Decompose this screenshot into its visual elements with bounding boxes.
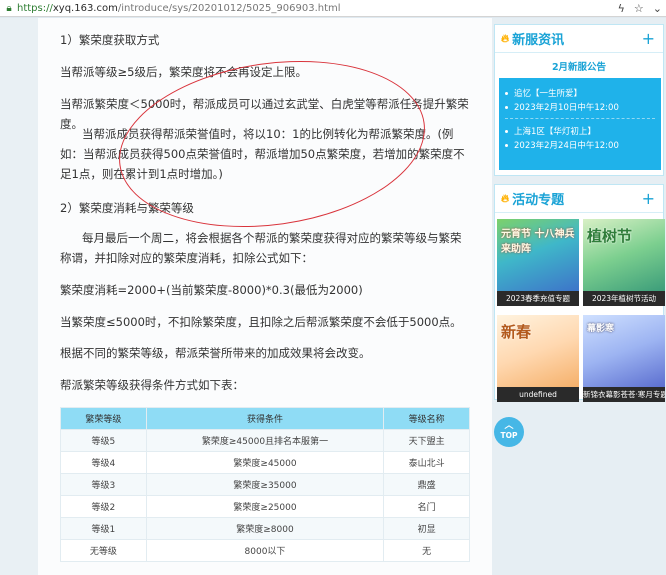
bullet-icon [505, 144, 508, 147]
url-text[interactable]: https://xyq.163.com/introduce/sys/202010… [17, 3, 341, 14]
thumbnail-image: 幕影寒 [583, 315, 665, 387]
thumbnail-caption: 新锦衣幕影苍苍·寒月专题 [583, 387, 665, 402]
more-plus-icon[interactable]: + [642, 29, 655, 48]
table-cell: 等级3 [60, 473, 147, 496]
paragraph: 当繁荣度≤5000时，不扣除繁荣度，且扣除之后帮派繁荣度不会低于5000点。 [60, 315, 462, 329]
table-cell: 繁荣度≥25000 [145, 495, 385, 518]
activity-thumbnail[interactable]: 植树节 2023年植树节活动 [583, 219, 665, 306]
table-cell: 无 [383, 539, 470, 562]
more-plus-icon[interactable]: + [642, 189, 655, 208]
chevron-down-icon[interactable]: ⌄ [653, 2, 662, 15]
activity-thumbnail[interactable]: 幕影寒 新锦衣幕影苍苍·寒月专题 [583, 315, 665, 402]
table-cell: 无等级 [60, 539, 147, 562]
table-row: 等级5 繁荣度≥45000且排名本服第一 天下盟主 [60, 429, 470, 452]
thumbnail-image: 新春 [497, 315, 579, 387]
flame-icon: 🔥︎ [501, 191, 510, 205]
thumbnail-image: 植树节 [583, 219, 665, 291]
activity-panel: 🔥︎ 活动专题 + 元宵节 十八神兵来助阵 2023春季充值专题 植树节 202… [494, 184, 665, 402]
table-row: 等级4 繁荣度≥45000 泰山北斗 [60, 451, 470, 474]
table-cell: 繁荣度≥8000 [145, 517, 385, 540]
table-header-row: 繁荣等级 获得条件 等级名称 [60, 407, 470, 430]
table-cell: 等级2 [60, 495, 147, 518]
page: 1）繁荣度获取方式 当帮派等级≥5级后，繁荣度将不会再设定上限。 当帮派繁荣度＜… [0, 18, 666, 575]
prosperity-table: 繁荣等级 获得条件 等级名称 等级5 繁荣度≥45000且排名本服第一 天下盟主… [60, 407, 470, 562]
activity-thumbnail[interactable]: 新春 undefined [497, 315, 579, 402]
table-cell: 等级5 [60, 429, 147, 452]
paragraph: 根据不同的繁荣等级，帮派荣誉所带来的加成效果将会改变。 [60, 346, 371, 360]
back-to-top-button[interactable]: ︿ TOP [494, 417, 524, 447]
paragraph: 帮派繁荣等级获得条件方式如下表： [60, 378, 244, 392]
thumbnail-caption: undefined [497, 387, 579, 402]
chevron-up-icon: ︿ [504, 421, 514, 431]
table-row: 无等级 8000以下 无 [60, 539, 470, 562]
news-item[interactable]: 追忆【一生所爱】 2023年2月10日中午12:00 [505, 87, 619, 115]
table-row: 等级3 繁荣度≥35000 鼎盛 [60, 473, 470, 496]
table-header: 繁荣等级 [60, 407, 147, 430]
section-heading-1: 1）繁荣度获取方式 [60, 33, 160, 47]
table-header: 等级名称 [383, 407, 470, 430]
formula-text: 繁荣度消耗=2000+(当前繁荣度-8000)*0.3(最低为2000) [60, 283, 363, 297]
table-cell: 鼎盛 [383, 473, 470, 496]
news-panel-header: 🔥︎ 新服资讯 + [495, 25, 663, 53]
lock-icon: 🔒︎ [6, 2, 12, 14]
news-subtitle: 2月新服公告 [551, 62, 607, 73]
table-cell: 等级4 [60, 451, 147, 474]
thumbnail-caption: 2023年植树节活动 [583, 291, 665, 306]
table-row: 等级1 繁荣度≥8000 初显 [60, 517, 470, 540]
table-cell: 8000以下 [145, 539, 385, 562]
star-icon[interactable]: ☆ [634, 2, 644, 15]
table-cell: 泰山北斗 [383, 451, 470, 474]
news-panel-title: 新服资讯 [512, 33, 565, 48]
table-cell: 初显 [383, 517, 470, 540]
lightning-icon[interactable]: ϟ [618, 2, 625, 15]
left-gutter [0, 18, 38, 575]
news-list: 追忆【一生所爱】 2023年2月10日中午12:00 上海1区【华灯初上】 20… [499, 78, 661, 170]
article-body: 1）繁荣度获取方式 当帮派等级≥5级后，繁荣度将不会再设定上限。 当帮派繁荣度＜… [38, 18, 492, 575]
paragraph: 每月最后一个周二，将会根据各个帮派的繁荣度获得对应的繁荣等级与繁荣称谓，并扣除对… [60, 231, 462, 265]
activity-panel-title: 活动专题 [512, 193, 565, 208]
news-item[interactable]: 上海1区【华灯初上】 2023年2月24日中午12:00 [505, 125, 619, 153]
table-cell: 天下盟主 [383, 429, 470, 452]
activity-panel-header: 🔥︎ 活动专题 + [495, 185, 663, 213]
table-cell: 繁荣度≥45000且排名本服第一 [145, 429, 385, 452]
thumbnail-image: 元宵节 十八神兵来助阵 [497, 219, 579, 291]
thumbnail-caption: 2023春季充值专题 [497, 291, 579, 306]
table-cell: 名门 [383, 495, 470, 518]
table-cell: 繁荣度≥45000 [145, 451, 385, 474]
bullet-icon [505, 106, 508, 109]
activity-thumbnail[interactable]: 元宵节 十八神兵来助阵 2023春季充值专题 [497, 219, 579, 306]
table-cell: 繁荣度≥35000 [145, 473, 385, 496]
table-row: 等级2 繁荣度≥25000 名门 [60, 495, 470, 518]
news-panel: 🔥︎ 新服资讯 + 2月新服公告 追忆【一生所爱】 2023年2月10日中午12… [494, 24, 664, 176]
divider [505, 118, 655, 119]
address-bar[interactable]: 🔒︎ https://xyq.163.com/introduce/sys/202… [0, 0, 666, 17]
table-cell: 等级1 [60, 517, 147, 540]
browser-tools: ϟ ☆ ⌄ [618, 0, 662, 16]
sidebar: 🔥︎ 新服资讯 + 2月新服公告 追忆【一生所爱】 2023年2月10日中午12… [492, 18, 666, 575]
bullet-icon [505, 92, 508, 95]
bullet-icon [505, 130, 508, 133]
table-header: 获得条件 [145, 407, 385, 430]
flame-icon: 🔥︎ [501, 31, 510, 45]
